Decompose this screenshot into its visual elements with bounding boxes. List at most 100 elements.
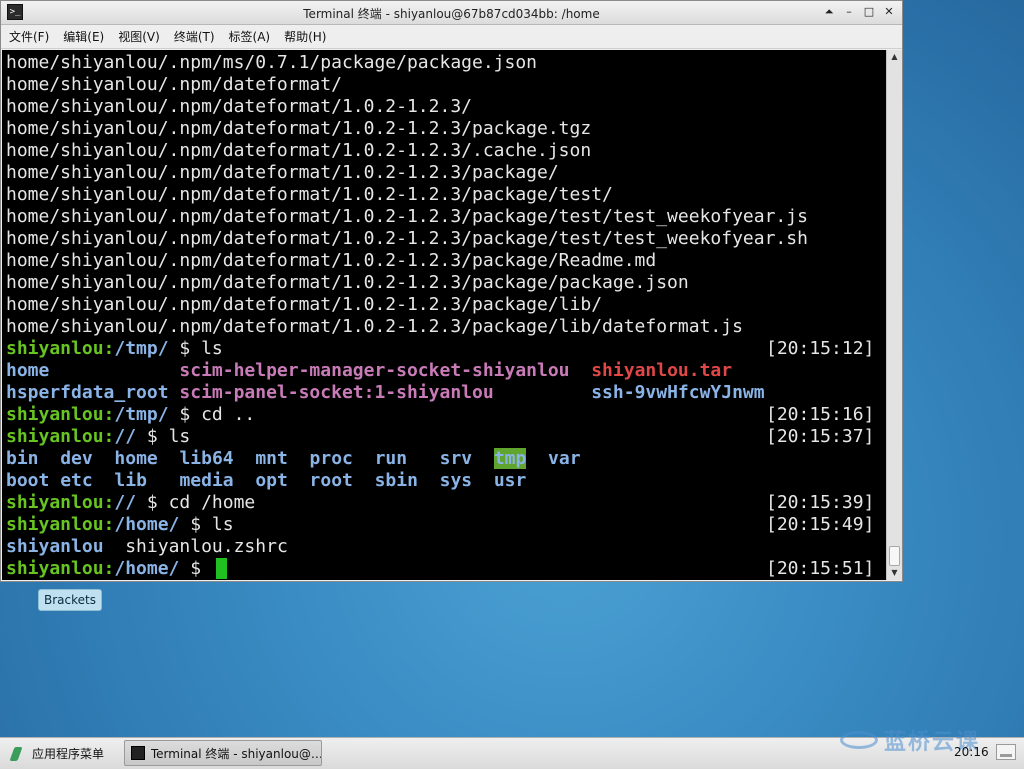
terminal-text-plain [407,448,440,469]
watermark-logo-icon [840,731,878,749]
terminal-text-dir: etc [60,470,93,491]
prompt-timestamp: [20:15:51] [766,558,875,579]
terminal-text-sock: scim-helper-manager-socket-shiyanlou [179,360,570,381]
terminal-line: shiyanlou:/tmp/ $ cd .. [6,404,255,426]
terminal-text-path: /home/ [114,514,180,535]
terminal-text-plain [39,448,61,469]
terminal-line: home/shiyanlou/.npm/dateformat/1.0.2-1.2… [6,96,472,118]
terminal-text-user: shiyanlou: [6,404,115,425]
terminal-text-plain [288,448,310,469]
shade-icon[interactable]: ⏶ [822,4,836,20]
terminal-text-cmd: $ cd /home [136,492,256,513]
terminal-line: bin dev home lib64 mnt proc run srv tmp … [6,448,581,470]
terminal-text-dir: home [6,360,180,381]
scrollbar-thumb[interactable] [889,546,900,566]
terminal-text-dir: run [374,448,408,469]
menu-help[interactable]: 帮助(H) [284,28,326,45]
terminal-text-hl: tmp [493,448,527,469]
maximize-button[interactable]: □ [862,4,876,20]
prompt-timestamp: [20:15:39] [766,492,875,513]
prompt-timestamp: [20:15:12] [766,338,875,359]
terminal-text-dir: lib64 [179,448,234,469]
terminal-line: boot etc lib media opt root sbin sys usr [6,470,526,492]
show-desktop-icon[interactable] [996,744,1016,760]
terminal-window[interactable]: >_ Terminal 终端 - shiyanlou@67b87cd034bb:… [0,0,903,582]
terminal-line: home/shiyanlou/.npm/dateformat/ [6,74,342,96]
terminal-text-plain [353,470,375,491]
terminal-text-plain [472,470,494,491]
terminal-text-user: shiyanlou: [6,514,115,535]
terminal-line: shiyanlou:// $ cd /home [6,492,255,514]
terminal-text-dir: srv [439,448,473,469]
terminal-text-plain [234,448,256,469]
terminal-text-path: // [114,426,137,447]
terminal-text-user: shiyanlou: [6,558,115,579]
title-bar[interactable]: >_ Terminal 终端 - shiyanlou@67b87cd034bb:… [1,1,902,25]
menu-bar: 文件(F) 编辑(E) 视图(V) 终端(T) 标签(A) 帮助(H) [1,25,902,49]
menu-terminal[interactable]: 终端(T) [174,28,215,45]
menu-edit[interactable]: 编辑(E) [63,28,104,45]
terminal-text-path: // [114,492,137,513]
terminal-text-plain [49,470,60,491]
app-menu-icon [10,746,24,762]
terminal-line: shiyanlou:/home/ $ ls [6,514,234,536]
terminal-text-plain: home/shiyanlou/.npm/dateformat/1.0.2-1.2… [6,184,613,205]
minimize-button[interactable]: – [842,4,856,20]
menu-file[interactable]: 文件(F) [9,28,49,45]
terminal-text-dir: sbin [374,470,418,491]
terminal-text-cmd: $ [179,558,212,579]
terminal-text-path: /home/ [114,558,180,579]
terminal-text-dir: bin [6,448,39,469]
terminal-text-path: /tmp/ [114,404,169,425]
clock[interactable]: 20:16 [954,745,989,759]
prompt-timestamp: [20:15:16] [766,404,875,425]
scroll-up-icon[interactable]: ▲ [887,50,902,64]
terminal-text-plain: home/shiyanlou/.npm/dateformat/1.0.2-1.2… [6,250,657,271]
terminal-line: shiyanlou:// $ ls [6,426,190,448]
terminal-line: shiyanlou:/tmp/ $ ls [6,338,223,360]
close-button[interactable]: ✕ [882,4,896,20]
terminal-text-dir: media [179,470,234,491]
terminal-scrollbar[interactable]: ▲ ▼ [886,50,902,580]
app-menu-button[interactable]: 应用程序菜单 [10,745,104,762]
terminal-text-plain: home/shiyanlou/.npm/dateformat/1.0.2-1.2… [6,140,592,161]
terminal-text-plain: home/shiyanlou/.npm/dateformat/ [6,74,342,95]
terminal-text-plain [570,360,592,381]
terminal-text-plain: home/shiyanlou/.npm/dateformat/1.0.2-1.2… [6,162,559,183]
terminal-text-dir: boot [6,470,50,491]
terminal-text-plain [472,448,494,469]
terminal-line: home/shiyanlou/.npm/ms/0.7.1/package/pac… [6,52,537,74]
terminal-line: home/shiyanlou/.npm/dateformat/1.0.2-1.2… [6,272,689,294]
terminal-text-cmd: $ ls [136,426,191,447]
scroll-down-icon[interactable]: ▼ [887,566,902,580]
terminal-text-dir: lib [114,470,147,491]
taskbar-terminal-task[interactable]: Terminal 终端 - shiyanlou@… [124,740,322,766]
prompt-timestamp: [20:15:49] [766,514,875,535]
terminal-text-user: shiyanlou: [6,338,115,359]
terminal-text-dir: hsperfdata_root [6,382,180,403]
terminal-line: home/shiyanlou/.npm/dateformat/1.0.2-1.2… [6,294,602,316]
terminal-output[interactable]: home/shiyanlou/.npm/ms/0.7.1/package/pac… [2,50,886,580]
terminal-text-plain [288,470,310,491]
terminal-line: home/shiyanlou/.npm/dateformat/1.0.2-1.2… [6,228,808,250]
terminal-text-cmd: $ ls [168,338,223,359]
task-label: Terminal 终端 - shiyanlou@… [150,746,321,761]
terminal-text-plain: home/shiyanlou/.npm/dateformat/1.0.2-1.2… [6,118,592,139]
terminal-text-path: /tmp/ [114,338,169,359]
terminal-text-dir: dev [60,448,93,469]
terminal-text-plain [526,448,548,469]
terminal-line: home/shiyanlou/.npm/dateformat/1.0.2-1.2… [6,316,743,338]
desktop-launcher-brackets[interactable]: Brackets [38,589,102,611]
app-menu-label: 应用程序菜单 [32,747,105,761]
terminal-text-plain [158,448,180,469]
terminal-text-dir: sys [439,470,473,491]
terminal-line: home/shiyanlou/.npm/dateformat/1.0.2-1.2… [6,184,613,206]
terminal-text-dir: mnt [255,448,288,469]
terminal-line: home/shiyanlou/.npm/dateformat/1.0.2-1.2… [6,250,656,272]
terminal-line: hsperfdata_root scim-panel-socket:1-shiy… [6,382,765,404]
menu-view[interactable]: 视图(V) [118,28,160,45]
menu-tabs[interactable]: 标签(A) [229,28,271,45]
terminal-text-cmd: $ ls [179,514,234,535]
terminal-text-arch: shiyanlou.tar [591,360,733,381]
terminal-text-plain: home/shiyanlou/.npm/dateformat/1.0.2-1.2… [6,206,808,227]
